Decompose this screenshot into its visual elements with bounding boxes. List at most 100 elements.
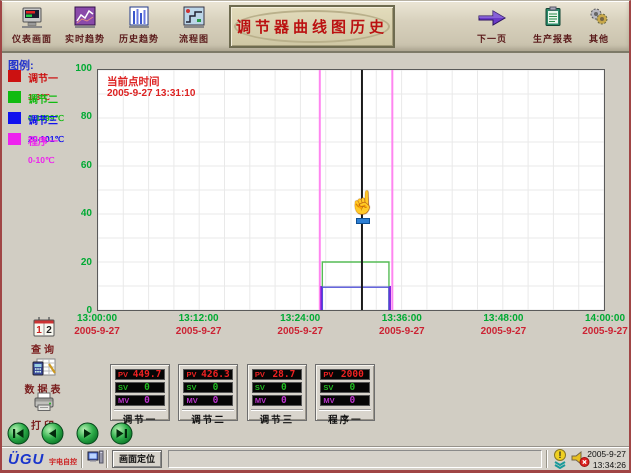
mv-value: 0 — [335, 396, 369, 405]
system-date: 2005-9-27 — [587, 449, 626, 459]
pv-row: PV2000 — [320, 369, 370, 380]
mv-label: MV — [321, 396, 335, 405]
mv-value: 0 — [267, 396, 301, 405]
nav-next-button[interactable] — [76, 422, 99, 445]
pv-value: 449.7 — [130, 370, 164, 379]
pv-value: 28.7 — [267, 370, 301, 379]
svg-text:1: 1 — [36, 325, 42, 336]
nav-previous-button[interactable] — [41, 422, 64, 445]
computer-icon[interactable] — [87, 450, 104, 472]
x-tick-date: 2005-9-27 — [176, 325, 222, 338]
toolbar-item-label: 流程图 — [166, 32, 222, 45]
legend-name: 调节三 — [28, 116, 58, 127]
mv-row: MV0 — [320, 395, 370, 406]
controller-panel-1: PV449.7 SV0 MV0 调节一 — [110, 364, 170, 421]
toolbar: 仪表画面 实时趋势 历史趋势 流程图 调节器曲线图历史 — [2, 1, 629, 53]
data-table-button[interactable]: 数据表 — [14, 356, 74, 396]
x-tick-time: 13:48:00 — [481, 313, 527, 325]
y-tick-label: 20 — [60, 257, 92, 268]
mv-label: MV — [184, 396, 198, 405]
other-gears-icon — [571, 6, 627, 30]
system-time: 13:34:26 — [593, 460, 626, 470]
cursor-grip-handle[interactable] — [356, 218, 370, 224]
screen-locate-button[interactable]: 画面定位 — [112, 450, 162, 468]
mv-value: 0 — [130, 396, 164, 405]
x-tick-date: 2005-9-27 — [481, 325, 527, 338]
legend-swatch — [8, 112, 21, 124]
controller-readouts: PV449.7 SV0 MV0 调节一 PV426.3 SV0 MV0 调节二 … — [110, 364, 379, 421]
toolbar-item-other[interactable]: 其他 — [571, 6, 627, 50]
query-calendar-icon: 12 — [14, 316, 74, 339]
x-tick-date: 2005-9-27 — [582, 325, 628, 338]
x-tick-time: 13:12:00 — [176, 313, 222, 325]
current-point-label: 当前点时间 — [107, 74, 160, 89]
side-button-label: 查询 — [14, 341, 74, 356]
pv-label: PV — [184, 370, 198, 379]
toolbar-item-realtime-trend[interactable]: 实时趋势 — [57, 6, 113, 50]
y-tick-label: 80 — [60, 111, 92, 122]
legend-swatch — [8, 133, 21, 145]
panel-name: 调节三 — [251, 409, 303, 426]
company-name-cn: 宇电自控 — [49, 459, 77, 466]
alarm-indicator-icon[interactable]: ! — [552, 449, 568, 473]
controller-panel-4: PV2000 SV0 MV0 程序一 — [315, 364, 375, 421]
x-tick: 13:48:002005-9-27 — [481, 313, 527, 338]
hmi-screen: 仪表画面 实时趋势 历史趋势 流程图 调节器曲线图历史 — [0, 0, 631, 473]
mv-row: MV0 — [115, 395, 165, 406]
toolbar-item-label: 历史趋势 — [111, 32, 167, 45]
svg-text:2: 2 — [46, 325, 52, 336]
mv-label: MV — [253, 396, 267, 405]
instrument-screen-icon — [4, 6, 60, 30]
pv-label: PV — [253, 370, 267, 379]
brand-logo: ÜGU — [8, 451, 44, 468]
legend-swatch — [8, 91, 21, 103]
pv-label: PV — [116, 370, 130, 379]
toolbar-item-instrument-screen[interactable]: 仪表画面 — [4, 6, 60, 50]
mv-value: 0 — [198, 396, 232, 405]
hand-cursor-icon[interactable]: ☝ — [349, 190, 376, 216]
pv-label: PV — [321, 370, 335, 379]
x-tick: 13:36:002005-9-27 — [379, 313, 425, 338]
toolbar-item-label: 实时趋势 — [57, 32, 113, 45]
status-bar: ÜGU 宇电自控 Xiamen UGU AI Inc 画面定位 ! 2005-9… — [2, 446, 629, 471]
toolbar-item-label: 其他 — [571, 32, 627, 45]
legend-item: 程序一 0-10℃ — [8, 132, 58, 168]
pv-row: PV28.7 — [252, 369, 302, 380]
controller-panel-3: PV28.7 SV0 MV0 调节三 — [247, 364, 307, 421]
current-point-datetime: 2005-9-27 13:31:10 — [107, 88, 195, 99]
toolbar-item-label: 下一页 — [464, 32, 520, 45]
sv-label: SV — [184, 383, 198, 392]
x-tick: 13:00:002005-9-27 — [74, 313, 120, 338]
sv-row: SV0 — [252, 382, 302, 393]
svg-text:!: ! — [559, 450, 562, 460]
nav-first-button[interactable] — [7, 422, 30, 445]
toolbar-item-flow-diagram[interactable]: 流程图 — [166, 6, 222, 50]
toolbar-item-history-trend[interactable]: 历史趋势 — [111, 6, 167, 50]
x-tick: 14:00:002005-9-27 — [582, 313, 628, 338]
sv-row: SV0 — [320, 382, 370, 393]
x-tick: 13:24:002005-9-27 — [277, 313, 323, 338]
sv-value: 0 — [335, 383, 369, 392]
page-title-plaque: 调节器曲线图历史 — [229, 5, 395, 48]
sv-label: SV — [321, 383, 335, 392]
pv-value: 426.3 — [198, 370, 232, 379]
system-datetime: 2005-9-27 13:34:26 — [586, 449, 626, 470]
y-tick-label: 60 — [60, 160, 92, 171]
query-button[interactable]: 12 查询 — [14, 316, 74, 356]
toolbar-item-label: 仪表画面 — [4, 32, 60, 45]
toolbar-item-next-page[interactable]: 下一页 — [464, 6, 520, 50]
x-tick: 13:12:002005-9-27 — [176, 313, 222, 338]
sv-label: SV — [116, 383, 130, 392]
x-tick-date: 2005-9-27 — [277, 325, 323, 338]
y-tick-label: 40 — [60, 208, 92, 219]
sv-row: SV0 — [115, 382, 165, 393]
separator — [81, 450, 83, 468]
realtime-trend-icon — [57, 6, 113, 30]
controller-panel-2: PV426.3 SV0 MV0 调节二 — [178, 364, 238, 421]
mv-label: MV — [116, 396, 130, 405]
x-tick-date: 2005-9-27 — [379, 325, 425, 338]
trend-chart[interactable]: 当前点时间 2005-9-27 13:31:10 ☝ — [97, 69, 605, 311]
panel-name: 程序一 — [319, 409, 371, 426]
data-table-icon — [14, 356, 74, 379]
x-tick-time: 13:24:00 — [277, 313, 323, 325]
